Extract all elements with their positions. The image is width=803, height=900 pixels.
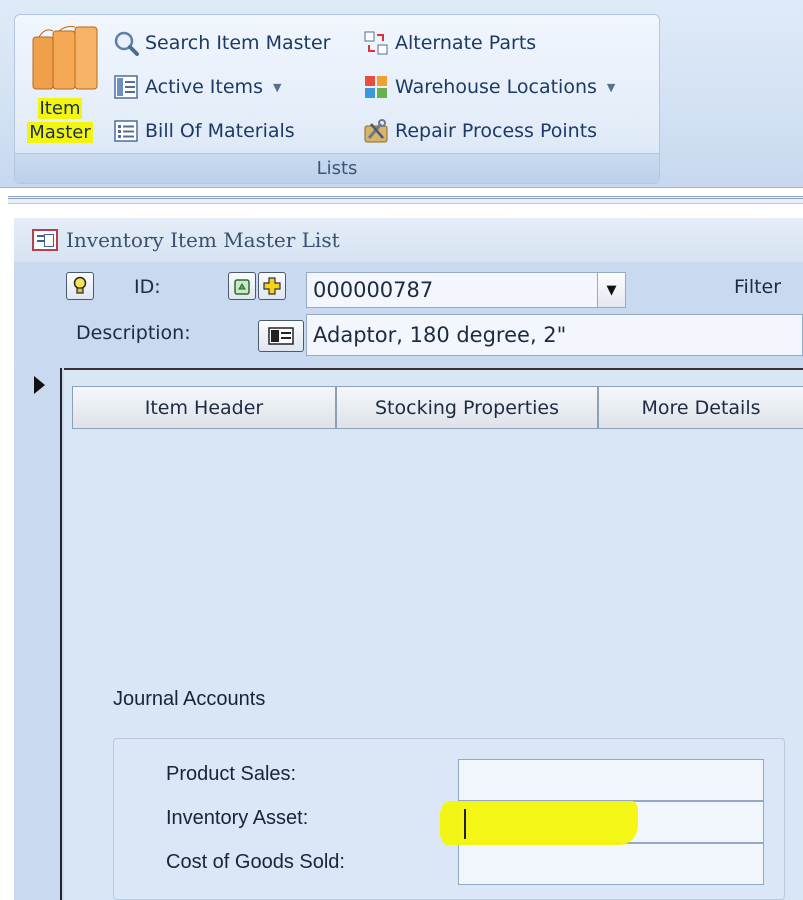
description-label: Description: [76, 322, 191, 344]
plus-icon [263, 277, 281, 295]
bill-of-materials-label: Bill Of Materials [145, 120, 295, 142]
search-item-master-button[interactable]: Search Item Master [113, 27, 331, 59]
record-selector-bar[interactable] [14, 368, 62, 900]
description-value: Adaptor, 180 degree, 2" [313, 323, 567, 347]
description-editor-button[interactable] [258, 320, 304, 352]
grid-icon [365, 76, 387, 98]
chevron-down-icon: ▼ [606, 80, 616, 94]
form-body: ID: 000000787 ▼ Filter Description: Adap… [14, 262, 803, 900]
group-caption-lists: Lists [15, 153, 659, 183]
trash-icon [234, 279, 250, 295]
active-items-label: Active Items [145, 76, 263, 98]
tab-item-header[interactable]: Item Header [72, 386, 336, 428]
journal-accounts-title: Journal Accounts [113, 688, 266, 710]
search-icon [114, 31, 139, 56]
inventory-asset-label: Inventory Asset: [166, 807, 309, 829]
journal-accounts-box: Product Sales: Inventory Asset: Cost of … [113, 738, 785, 900]
swap-icon [364, 31, 388, 55]
warehouse-locations-button[interactable]: Warehouse Locations ▼ [363, 71, 615, 103]
item-master-label: Item Master [27, 98, 93, 143]
ribbon-group-lists: Item Master Search Item Master Active It… [14, 14, 660, 184]
bill-of-materials-button[interactable]: Bill Of Materials [113, 115, 295, 147]
chevron-down-icon[interactable]: ▼ [597, 273, 625, 307]
alternate-parts-button[interactable]: Alternate Parts [363, 27, 536, 59]
id-value: 000000787 [313, 278, 434, 302]
lightbulb-icon [73, 276, 87, 294]
current-record-icon [34, 376, 45, 394]
repair-process-points-button[interactable]: Repair Process Points [363, 115, 597, 147]
form-title-bar: Inventory Item Master List [14, 218, 803, 262]
tab-more-details[interactable]: More Details [598, 386, 803, 428]
bullet-list-icon [114, 120, 138, 142]
ribbon: Item Master Search Item Master Active It… [0, 0, 803, 188]
highlight-mark [440, 801, 638, 845]
form-header: ID: 000000787 ▼ Filter Description: Adap… [14, 262, 803, 362]
warehouse-locations-label: Warehouse Locations [395, 76, 597, 98]
tab-stocking-properties[interactable]: Stocking Properties [336, 386, 598, 428]
add-record-button[interactable] [258, 272, 286, 300]
id-combobox[interactable]: 000000787 ▼ [306, 272, 626, 308]
ribbon-separator [8, 196, 803, 204]
tab-divider [72, 428, 803, 429]
filter-label: Filter [734, 276, 782, 298]
form-icon [32, 229, 58, 251]
search-item-master-label: Search Item Master [145, 32, 331, 54]
tip-button[interactable] [66, 272, 94, 300]
description-field[interactable]: Adaptor, 180 degree, 2" [306, 314, 803, 356]
cost-of-goods-sold-label: Cost of Goods Sold: [166, 851, 345, 873]
product-sales-field[interactable] [458, 759, 764, 801]
text-cursor [464, 809, 466, 839]
chevron-down-icon: ▼ [272, 80, 282, 94]
active-items-button[interactable]: Active Items ▼ [113, 71, 281, 103]
repair-process-points-label: Repair Process Points [395, 120, 598, 142]
item-master-button[interactable]: Item Master [17, 19, 105, 147]
alternate-parts-label: Alternate Parts [395, 32, 537, 54]
cost-of-goods-sold-field[interactable] [458, 843, 764, 885]
form-view-icon [268, 327, 294, 345]
list-icon [114, 75, 138, 99]
form-title: Inventory Item Master List [66, 228, 340, 252]
id-label: ID: [134, 276, 161, 298]
detail-section: Item Header Stocking Properties More Det… [64, 368, 803, 900]
tools-icon [364, 119, 388, 143]
delete-record-button[interactable] [228, 272, 256, 300]
product-sales-label: Product Sales: [166, 763, 297, 785]
tab-strip: Item Header Stocking Properties More Det… [72, 386, 803, 428]
books-icon [32, 26, 98, 90]
